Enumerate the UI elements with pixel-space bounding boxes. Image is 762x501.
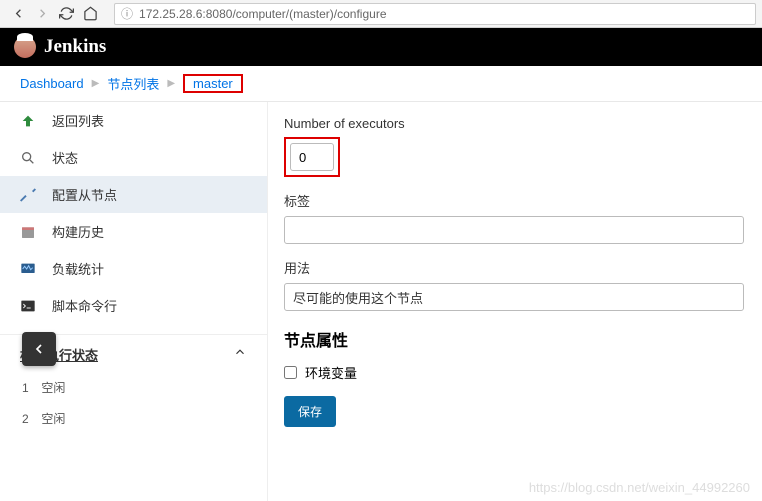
chevron-right-icon: ▶ — [167, 78, 175, 89]
save-button[interactable]: 保存 — [284, 396, 336, 427]
sidebar-item-label: 构建历史 — [52, 222, 104, 241]
config-form: Number of executors 标签 用法 尽可能的使用这个节点 节点属… — [268, 102, 762, 501]
brand-text: Jenkins — [44, 36, 106, 58]
calendar-icon — [20, 224, 40, 240]
sidebar: 返回列表 状态 配置从节点 构建历史 负载统计 脚本命令行 构建执行状态 1 空… — [0, 102, 268, 501]
sidebar-item-load[interactable]: 负载统计 — [0, 250, 267, 287]
reload-icon[interactable] — [54, 2, 78, 26]
sidebar-item-history[interactable]: 构建历史 — [0, 213, 267, 250]
sidebar-item-label: 负载统计 — [52, 259, 104, 278]
executor-row: 2 空闲 — [0, 403, 267, 434]
watermark: https://blog.csdn.net/weixin_44992260 — [529, 480, 750, 495]
chevron-right-icon: ▶ — [92, 78, 100, 89]
env-checkbox[interactable] — [284, 366, 297, 379]
search-icon — [20, 150, 40, 166]
sidebar-item-label: 脚本命令行 — [52, 296, 117, 315]
crumb-master[interactable]: master — [185, 74, 241, 93]
sidebar-item-script[interactable]: 脚本命令行 — [0, 287, 267, 324]
labels-input[interactable] — [284, 216, 744, 244]
browser-chrome: ⓘ 172.25.28.6:8080/computer/(master)/con… — [0, 0, 762, 28]
terminal-icon — [20, 298, 40, 314]
sidebar-item-label: 状态 — [52, 148, 78, 167]
executors-input[interactable] — [290, 143, 334, 171]
breadcrumb: Dashboard ▶ 节点列表 ▶ master — [0, 66, 762, 102]
labels-label: 标签 — [284, 191, 762, 210]
home-icon[interactable] — [78, 2, 102, 26]
crumb-nodes[interactable]: 节点列表 — [107, 74, 159, 93]
tools-icon — [20, 187, 40, 203]
chevron-up-icon — [233, 345, 247, 364]
forward-icon[interactable] — [30, 2, 54, 26]
executors-label: Number of executors — [284, 116, 762, 131]
executor-row: 1 空闲 — [0, 372, 267, 403]
crumb-dashboard[interactable]: Dashboard — [20, 76, 84, 91]
url-text: 172.25.28.6:8080/computer/(master)/confi… — [139, 7, 386, 21]
usage-label: 用法 — [284, 258, 762, 277]
jenkins-logo-icon — [14, 36, 36, 58]
info-icon: ⓘ — [121, 5, 133, 22]
monitor-icon — [20, 261, 40, 277]
url-bar[interactable]: ⓘ 172.25.28.6:8080/computer/(master)/con… — [114, 3, 756, 25]
sidebar-item-status[interactable]: 状态 — [0, 139, 267, 176]
back-icon[interactable] — [6, 2, 30, 26]
sidebar-item-configure[interactable]: 配置从节点 — [0, 176, 267, 213]
sidebar-item-label: 返回列表 — [52, 111, 104, 130]
env-checkbox-label: 环境变量 — [305, 363, 357, 382]
sidebar-item-back[interactable]: 返回列表 — [0, 102, 267, 139]
jenkins-header: Jenkins — [0, 28, 762, 66]
sidebar-item-label: 配置从节点 — [52, 185, 117, 204]
usage-select[interactable]: 尽可能的使用这个节点 — [284, 283, 744, 311]
env-checkbox-row[interactable]: 环境变量 — [284, 363, 762, 382]
arrow-up-icon — [20, 113, 40, 129]
collapse-button[interactable] — [22, 332, 56, 366]
section-heading: 节点属性 — [284, 327, 762, 351]
